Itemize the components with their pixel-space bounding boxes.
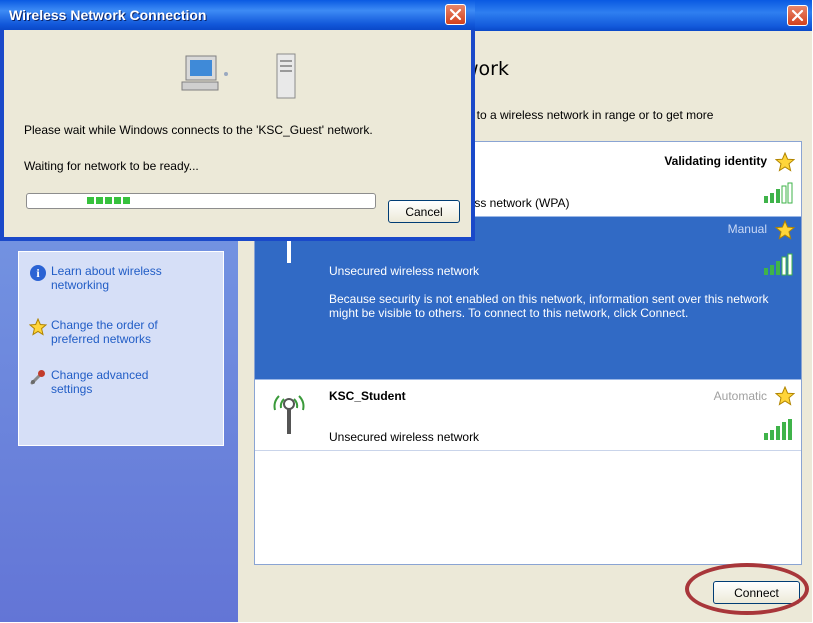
network-status: Automatic xyxy=(713,389,767,403)
network-access-point-icon xyxy=(275,52,297,103)
progress-block xyxy=(105,197,112,204)
signal-strength-icon xyxy=(763,182,793,207)
task-label[interactable]: Change advanced settings xyxy=(51,368,181,396)
dialog-titlebar[interactable]: Wireless Network Connection xyxy=(0,0,475,30)
network-security: Unsecured wireless network xyxy=(329,430,480,444)
cancel-button[interactable]: Cancel xyxy=(388,200,460,223)
progress-block xyxy=(87,197,94,204)
progress-block xyxy=(96,197,103,204)
network-name: KSC_Student xyxy=(329,389,406,403)
dialog-body: Please wait while Windows connects to th… xyxy=(4,30,471,237)
close-icon xyxy=(791,9,804,22)
task-learn-wireless[interactable]: i Learn about wireless networking xyxy=(29,264,181,292)
progress-block xyxy=(114,197,121,204)
close-icon xyxy=(449,8,462,21)
task-label[interactable]: Learn about wireless networking xyxy=(51,264,181,292)
dialog-status: Waiting for network to be ready... xyxy=(24,159,199,173)
info-icon: i xyxy=(29,264,51,285)
connection-progress-bar xyxy=(26,193,376,209)
network-warning: Because security is not enabled on this … xyxy=(329,292,769,320)
dialog-message: Please wait while Windows connects to th… xyxy=(24,123,373,137)
star-icon xyxy=(774,151,796,175)
connect-button[interactable]: Connect xyxy=(713,581,800,604)
task-label[interactable]: Change the order of preferred networks xyxy=(51,318,181,346)
network-item[interactable]: KSC_Student Automatic Unsecured wireless… xyxy=(255,380,801,451)
close-button[interactable] xyxy=(787,5,808,26)
signal-strength-icon xyxy=(763,418,793,445)
dialog-title: Wireless Network Connection xyxy=(9,7,207,23)
dialog-close-button[interactable] xyxy=(445,4,466,25)
network-security: less network (WPA) xyxy=(465,196,570,210)
task-advanced-settings[interactable]: Change advanced settings xyxy=(29,368,181,396)
signal-strength-icon xyxy=(763,253,793,280)
star-icon xyxy=(774,219,796,243)
related-tasks-box: i Learn about wireless networking Change… xyxy=(18,251,224,446)
network-status: Validating identity xyxy=(664,154,767,168)
star-icon xyxy=(28,317,51,339)
network-status: Manual xyxy=(727,222,767,236)
connecting-dialog: Wireless Network Connection Please wait … xyxy=(0,0,475,241)
network-security: Unsecured wireless network xyxy=(329,264,480,278)
antenna-icon xyxy=(269,388,309,441)
task-change-order[interactable]: Change the order of preferred networks xyxy=(28,317,181,346)
window-description: ct to a wireless network in range or to … xyxy=(464,108,714,122)
computer-icon xyxy=(172,52,232,101)
progress-fill xyxy=(87,197,130,204)
progress-block xyxy=(123,197,130,204)
star-icon xyxy=(774,385,796,409)
wrench-icon xyxy=(29,368,51,389)
